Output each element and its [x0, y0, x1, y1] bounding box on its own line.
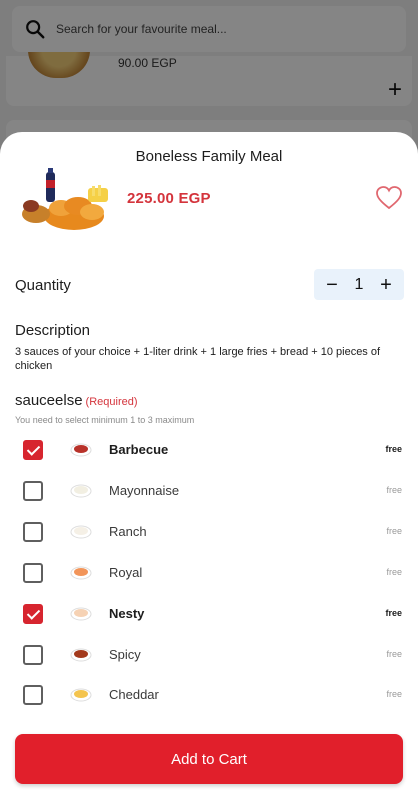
- quantity-value: 1: [354, 275, 364, 293]
- option-checkbox[interactable]: [23, 440, 43, 460]
- option-price: free: [386, 649, 402, 659]
- sauce-dish-icon: [70, 525, 92, 539]
- option-label: Nesty: [109, 606, 145, 621]
- option-ranch[interactable]: Ranch free: [0, 512, 418, 552]
- option-group-hint: You need to select minimum 1 to 3 maximu…: [15, 415, 195, 425]
- sauce-dish-icon: [70, 566, 92, 580]
- description-heading: Description: [15, 322, 91, 339]
- option-label: Barbecue: [109, 442, 169, 457]
- option-checkbox[interactable]: [23, 563, 43, 583]
- option-price: free: [386, 689, 402, 699]
- option-checkbox[interactable]: [23, 685, 43, 705]
- sauce-dish-icon: [70, 443, 92, 457]
- option-mayonnaise[interactable]: Mayonnaise free: [0, 471, 418, 511]
- option-checkbox[interactable]: [23, 481, 43, 501]
- sauce-dish-icon: [70, 688, 92, 702]
- quantity-label: Quantity: [15, 277, 71, 294]
- option-checkbox[interactable]: [23, 645, 43, 665]
- option-price: free: [385, 608, 402, 618]
- option-group-name: sauceelse: [15, 392, 83, 409]
- quantity-stepper: − 1 +: [314, 269, 404, 300]
- option-cheddar[interactable]: Cheddar free: [0, 675, 418, 715]
- option-price: free: [386, 526, 402, 536]
- option-label: Cheddar: [109, 687, 159, 702]
- option-label: Spicy: [109, 647, 141, 662]
- option-nesty[interactable]: Nesty free: [0, 594, 418, 634]
- option-price: free: [386, 485, 402, 495]
- product-image: [22, 168, 108, 230]
- description-text: 3 sauces of your choice + 1-liter drink …: [15, 346, 381, 372]
- option-label: Mayonnaise: [109, 483, 180, 498]
- option-spicy[interactable]: Spicy free: [0, 635, 418, 675]
- product-price: 225.00 EGP: [127, 190, 211, 207]
- option-group-heading: sauceelse (Required): [15, 392, 138, 409]
- option-royal[interactable]: Royal free: [0, 553, 418, 593]
- sauce-dish-icon: [70, 607, 92, 621]
- option-barbecue[interactable]: Barbecue free: [0, 430, 418, 470]
- option-label: Royal: [109, 565, 143, 580]
- increment-button[interactable]: +: [378, 275, 394, 295]
- option-price: free: [386, 567, 402, 577]
- product-title: Boneless Family Meal: [135, 148, 283, 165]
- sauce-dish-icon: [70, 484, 92, 498]
- heart-outline-icon[interactable]: [376, 186, 402, 210]
- add-to-cart-button[interactable]: Add to Cart: [15, 734, 403, 784]
- option-price: free: [385, 444, 402, 454]
- required-badge: (Required): [85, 396, 138, 408]
- option-checkbox[interactable]: [23, 522, 43, 542]
- sauce-dish-icon: [70, 648, 92, 662]
- option-label: Ranch: [109, 524, 147, 539]
- option-checkbox[interactable]: [23, 604, 43, 624]
- product-bottom-sheet: Boneless Family Meal 225.00 EGP Quantity…: [0, 132, 418, 800]
- decrement-button[interactable]: −: [324, 275, 340, 295]
